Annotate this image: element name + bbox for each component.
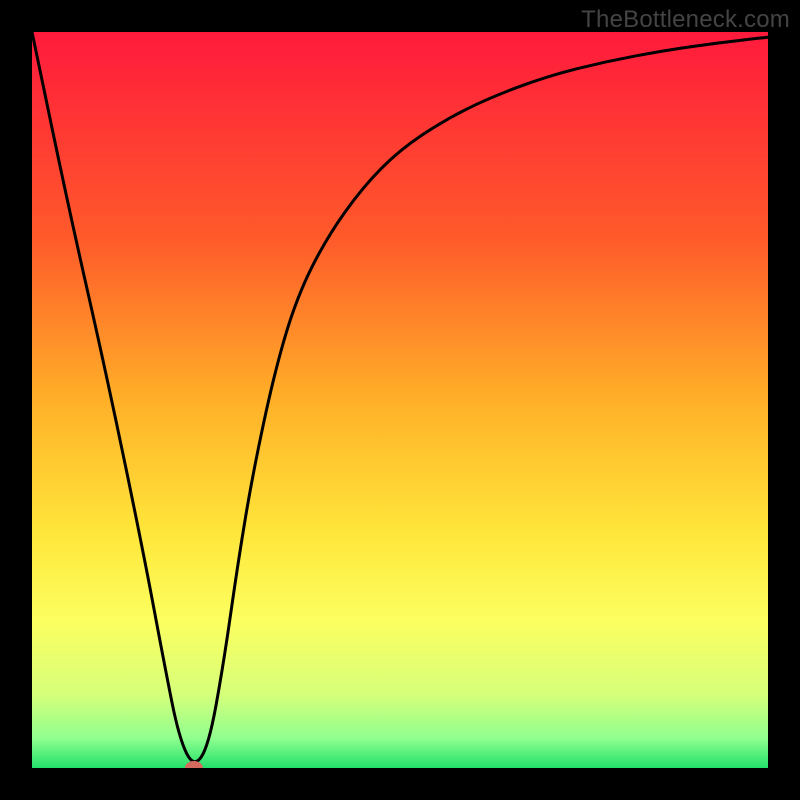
- plot-area: [32, 32, 768, 768]
- chart-frame: TheBottleneck.com: [0, 0, 800, 800]
- watermark-text: TheBottleneck.com: [581, 6, 790, 34]
- gradient-background: [32, 32, 768, 768]
- chart-svg: [32, 32, 768, 768]
